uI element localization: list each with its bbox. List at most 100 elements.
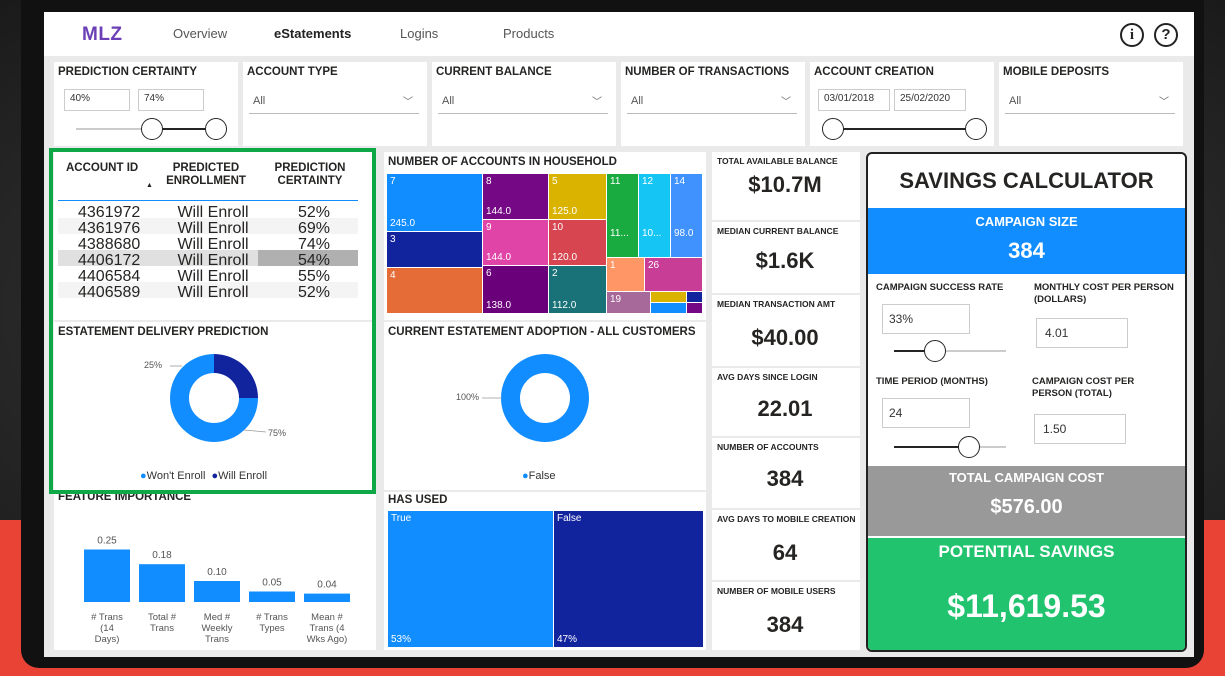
tile-value: 98.0 [674, 228, 694, 239]
bar-value-label: 0.25 [97, 536, 117, 547]
treemap-tile[interactable]: 19 [607, 292, 651, 314]
kpi-value: $10.7M [748, 172, 822, 197]
feature-bars-svg: 0.25 # Trans (14 Days) 0.18 Total # Trans 0.10 M… [84, 536, 350, 645]
treemap-tile[interactable]: 11 11... [607, 174, 639, 258]
monthly-cost-input[interactable]: 4.01 [1036, 318, 1128, 348]
treemap-tile[interactable]: 7 245.0 [387, 174, 483, 232]
mobile-deposits-dropdown[interactable]: All ﹀ [1005, 88, 1175, 114]
adoption-chart: CURRENT ESTATEMENT ADOPTION - ALL CUSTOM… [384, 322, 706, 490]
success-rate-handle[interactable] [924, 340, 946, 362]
slicer-title: PREDICTION CERTAINTY [58, 66, 198, 78]
tab-estatements[interactable]: eStatements [274, 26, 351, 41]
tile-label: 8 [486, 176, 492, 187]
treemap-tile[interactable]: 2 112.0 [549, 266, 607, 314]
potential-savings-panel: POTENTIAL SAVINGS $11,619.53 [868, 538, 1185, 650]
success-rate-input[interactable]: 33% [882, 304, 970, 334]
slider-max-handle[interactable] [205, 118, 227, 140]
treemap-tile[interactable] [651, 292, 687, 303]
calculator-title: SAVINGS CALCULATOR [899, 168, 1154, 193]
current-balance-dropdown[interactable]: All ﹀ [438, 88, 608, 114]
kpi-title: AVG DAYS SINCE LOGIN [717, 372, 818, 382]
cost-per-person-label: CAMPAIGN COST PER PERSON (TOTAL) [1032, 376, 1135, 399]
treemap-tile-false[interactable]: False 47% [554, 511, 704, 648]
highlight-border [49, 148, 376, 494]
top-nav: MLZ Overview eStatements Logins Products… [44, 12, 1194, 56]
feature-bar[interactable] [304, 593, 350, 602]
slicer-mobile-deposits: MOBILE DEPOSITS All ﹀ [999, 62, 1183, 146]
treemap-tile[interactable]: 4 [387, 268, 483, 314]
creation-end-input[interactable]: 25/02/2020 [894, 89, 966, 111]
treemap-tile[interactable]: 1 [607, 258, 645, 292]
total-cost-label: TOTAL CAMPAIGN COST [948, 470, 1105, 485]
tile-value: 144.0 [486, 206, 512, 217]
treemap-tile[interactable]: 9 144.0 [483, 220, 549, 266]
treemap-tile-true[interactable]: True 53% [388, 511, 554, 648]
kpi-card: AVG DAYS SINCE LOGIN 22.01 [712, 368, 860, 436]
slicer-title: CURRENT BALANCE [436, 66, 552, 78]
category-label: Total # Trans [148, 612, 177, 634]
treemap-tile[interactable]: 8 144.0 [483, 174, 549, 220]
chart-title: HAS USED [388, 494, 448, 506]
chevron-down-icon: ﹀ [781, 97, 791, 108]
tab-overview[interactable]: Overview [173, 26, 227, 41]
treemap-tile[interactable]: 5 125.0 [549, 174, 607, 220]
kpi-value: 384 [766, 466, 804, 491]
treemap-tile[interactable]: 14 98.0 [671, 174, 703, 258]
time-period-fill [894, 446, 964, 448]
slider-max-handle[interactable] [965, 118, 987, 140]
kpi-value: 384 [766, 612, 804, 637]
tab-logins[interactable]: Logins [400, 26, 438, 41]
tile-label: 14 [674, 176, 686, 187]
dropdown-value: All [442, 95, 455, 107]
treemap-tile[interactable]: 10 120.0 [549, 220, 607, 266]
kpi-title: TOTAL AVAILABLE BALANCE [717, 156, 838, 166]
tile-value: 120.0 [552, 252, 578, 263]
chart-title: NUMBER OF ACCOUNTS IN HOUSEHOLD [388, 156, 617, 168]
time-period-handle[interactable] [958, 436, 980, 458]
treemap-tile[interactable] [687, 292, 703, 303]
certainty-min-input[interactable]: 40% [64, 89, 130, 111]
tile-value: 112.0 [552, 300, 577, 311]
slicer-title: NUMBER OF TRANSACTIONS [625, 66, 790, 78]
kpi-card: NUMBER OF ACCOUNTS 384 [712, 438, 860, 508]
info-icon[interactable]: i [1120, 23, 1144, 47]
slicer-prediction-certainty: PREDICTION CERTAINTY 40% 74% [54, 62, 238, 146]
treemap-tile[interactable]: 6 138.0 [483, 266, 549, 314]
certainty-max-input[interactable]: 74% [138, 89, 204, 111]
tile-label: 19 [610, 294, 622, 305]
feature-bar[interactable] [194, 581, 240, 602]
kpi-value: 22.01 [757, 396, 813, 421]
creation-start-input[interactable]: 03/01/2018 [818, 89, 890, 111]
transactions-dropdown[interactable]: All ﹀ [627, 88, 797, 114]
chevron-down-icon: ﹀ [1159, 97, 1169, 108]
treemap-tile[interactable] [687, 303, 703, 314]
feature-bar[interactable] [249, 591, 295, 603]
savings-label: POTENTIAL SAVINGS [938, 542, 1115, 561]
savings-calculator: SAVINGS CALCULATOR CAMPAIGN SIZE 384 CAM… [866, 152, 1187, 652]
time-period-label: TIME PERIOD (MONTHS) [876, 376, 988, 387]
feature-bar[interactable] [139, 564, 185, 602]
help-icon[interactable]: ? [1154, 23, 1178, 47]
time-period-input[interactable]: 24 [882, 398, 970, 428]
dropdown-value: All [253, 95, 266, 107]
chevron-down-icon: ﹀ [403, 97, 413, 108]
dropdown-value: All [1009, 95, 1022, 107]
slider-min-handle[interactable] [141, 118, 163, 140]
tile-label: 12 [642, 176, 654, 187]
cost-per-person-input[interactable]: 1.50 [1034, 414, 1126, 444]
treemap-tile[interactable]: 3 [387, 232, 483, 268]
household-treemap: NUMBER OF ACCOUNTS IN HOUSEHOLD 7 245.0 8 1… [384, 152, 706, 320]
treemap-tile[interactable] [651, 303, 687, 314]
treemap-tile[interactable]: 26 [645, 258, 703, 292]
bar-value-label: 0.10 [207, 567, 227, 578]
slider-min-handle[interactable] [822, 118, 844, 140]
bar-value-label: 0.04 [317, 580, 337, 591]
feature-bar[interactable] [84, 549, 130, 603]
account-type-dropdown[interactable]: All ﹀ [249, 88, 419, 114]
donut-slice[interactable] [501, 354, 589, 442]
tile-value: 47% [557, 634, 578, 645]
treemap-area: 7 245.0 8 144.0 5 125.0 11 11... 12 10... 14 98.0 3 9… [387, 174, 703, 314]
tile-label: 26 [648, 260, 660, 271]
treemap-tile[interactable]: 12 10... [639, 174, 671, 258]
tab-products[interactable]: Products [503, 26, 554, 41]
